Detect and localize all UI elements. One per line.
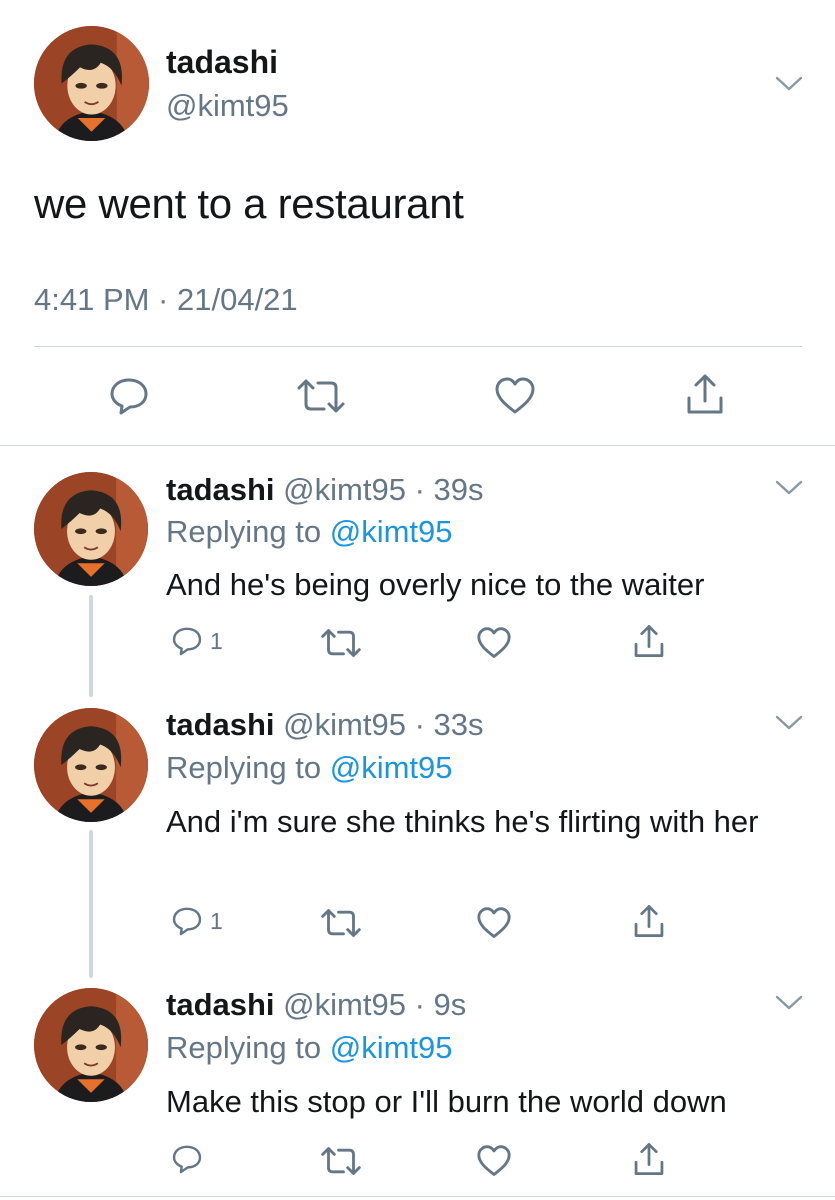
share-icon[interactable] [632, 622, 666, 660]
heart-icon[interactable] [476, 1145, 512, 1177]
share-icon[interactable] [632, 1140, 666, 1178]
replying-to: Replying to @kimt95 [166, 750, 453, 786]
avatar-illustration [34, 472, 148, 586]
retweet-icon[interactable] [320, 1146, 362, 1176]
replying-to-label: Replying to [166, 1030, 322, 1065]
reply-icon[interactable] [171, 1143, 203, 1175]
retweet-icon[interactable] [296, 378, 346, 414]
tweet-text: we went to a restaurant [34, 180, 464, 227]
display-name[interactable]: tadashi [166, 472, 275, 507]
reply-header: tadashi @kimt95 · 33s [166, 707, 483, 743]
tweet-timestamp[interactable]: 4:41 PM · 21/04/21 [34, 282, 298, 318]
avatar-illustration [34, 708, 148, 822]
tweet-text: Make this stop or I'll burn the world do… [166, 1084, 727, 1119]
avatar[interactable] [34, 472, 148, 586]
reply-count: 1 [210, 908, 223, 934]
avatar[interactable] [34, 26, 149, 141]
display-name[interactable]: tadashi [166, 44, 278, 81]
mention-link[interactable]: @kimt95 [330, 514, 453, 549]
heart-icon[interactable] [476, 627, 512, 659]
avatar[interactable] [34, 708, 148, 822]
share-icon[interactable] [684, 372, 726, 416]
avatar-illustration [34, 26, 149, 141]
thread-line [89, 595, 93, 697]
mention-link[interactable]: @kimt95 [330, 750, 453, 785]
reply-count: 1 [210, 628, 223, 654]
user-handle[interactable]: @kimt95 [283, 707, 406, 742]
reply-header: tadashi @kimt95 · 9s [166, 987, 466, 1023]
retweet-icon[interactable] [320, 628, 362, 658]
reply-header: tadashi @kimt95 · 39s [166, 472, 483, 508]
replying-to-label: Replying to [166, 750, 322, 785]
chevron-down-icon[interactable] [774, 74, 804, 94]
share-icon[interactable] [632, 902, 666, 940]
tweet-age[interactable]: · 33s [415, 707, 484, 742]
display-name[interactable]: tadashi [166, 987, 275, 1022]
tweet-age[interactable]: · 9s [415, 987, 467, 1022]
replying-to-label: Replying to [166, 514, 322, 549]
main-tweet: tadashi @kimt95 we went to a restaurant … [0, 0, 835, 446]
user-handle[interactable]: @kimt95 [166, 88, 289, 124]
retweet-icon[interactable] [320, 908, 362, 938]
user-handle[interactable]: @kimt95 [283, 472, 406, 507]
avatar-illustration [34, 988, 148, 1102]
tweet-text: And i'm sure she thinks he's flirting wi… [166, 804, 759, 839]
chevron-down-icon[interactable] [774, 993, 804, 1013]
divider [34, 346, 802, 347]
replying-to: Replying to @kimt95 [166, 1030, 453, 1066]
reply-icon[interactable] [108, 376, 150, 416]
chevron-down-icon[interactable] [774, 713, 804, 733]
tweet-age[interactable]: · 39s [415, 472, 484, 507]
user-handle[interactable]: @kimt95 [283, 987, 406, 1022]
tweet-text: And he's being overly nice to the waiter [166, 567, 705, 602]
reply-icon[interactable] [171, 625, 203, 657]
thread-line [89, 830, 93, 978]
tweet-thread-page: tadashi @kimt95 we went to a restaurant … [0, 0, 835, 1200]
heart-icon[interactable] [494, 377, 536, 415]
heart-icon[interactable] [476, 907, 512, 939]
avatar[interactable] [34, 988, 148, 1102]
chevron-down-icon[interactable] [774, 478, 804, 498]
replying-to: Replying to @kimt95 [166, 514, 453, 550]
reply-icon[interactable] [171, 905, 203, 937]
divider [0, 1196, 835, 1197]
display-name[interactable]: tadashi [166, 707, 275, 742]
mention-link[interactable]: @kimt95 [330, 1030, 453, 1065]
